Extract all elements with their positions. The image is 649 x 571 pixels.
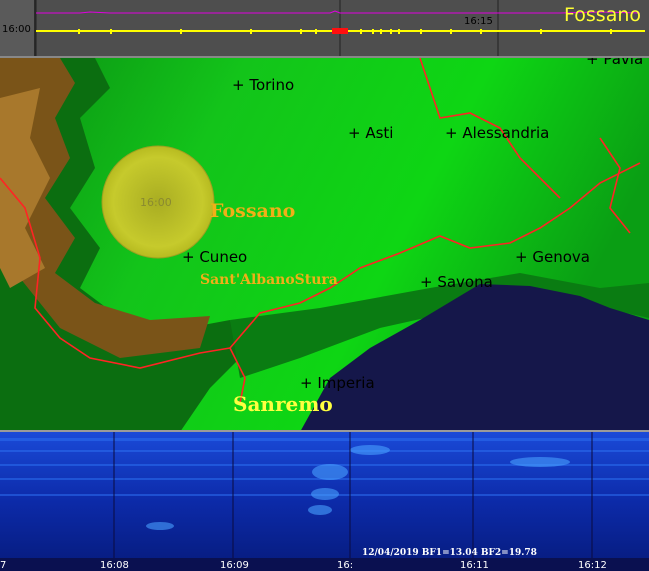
- city-asti: + Asti: [348, 124, 394, 142]
- highlight-sanremo: Sanremo: [233, 392, 333, 416]
- time-tick: 16:11: [460, 560, 489, 571]
- city-genova: + Genova: [515, 248, 590, 266]
- city-savona: + Savona: [420, 273, 493, 291]
- time-tick: 16:12: [578, 560, 607, 571]
- timeline-start-time: 16:00: [2, 24, 31, 35]
- marker-time-label: 16:00: [140, 196, 172, 209]
- highlight-fossano: Fossano: [210, 200, 296, 222]
- timeline-place-name: Fossano: [564, 4, 641, 26]
- spectrogram-info: 12/04/2019 BF1=13.04 BF2=19.78: [362, 548, 537, 558]
- timeline-mid-time: 16:15: [464, 16, 493, 27]
- city-cuneo: + Cuneo: [182, 248, 248, 266]
- city-torino: + Torino: [232, 76, 295, 94]
- time-tick: 16:: [337, 560, 354, 571]
- highlight-sant-albano: Sant'AlbanoStura: [200, 272, 338, 288]
- spectrogram-image: [0, 432, 649, 571]
- timeline-panel[interactable]: 16:00 16:15 Fossano: [0, 0, 649, 56]
- time-tick: 16:09: [220, 560, 249, 571]
- city-imperia: + Imperia: [300, 374, 375, 392]
- city-alessandria: + Alessandria: [445, 124, 550, 142]
- map-panel[interactable]: + Torino + Asti + Alessandria + Pavia + …: [0, 56, 649, 430]
- time-tick: 7: [0, 560, 7, 571]
- city-pavia: + Pavia: [586, 56, 644, 68]
- spectrogram-panel[interactable]: 12/04/2019 BF1=13.04 BF2=19.78 7 16:08 1…: [0, 430, 649, 571]
- timeline-track[interactable]: [0, 0, 649, 56]
- timeline-playhead: [332, 28, 348, 34]
- time-tick: 16:08: [100, 560, 129, 571]
